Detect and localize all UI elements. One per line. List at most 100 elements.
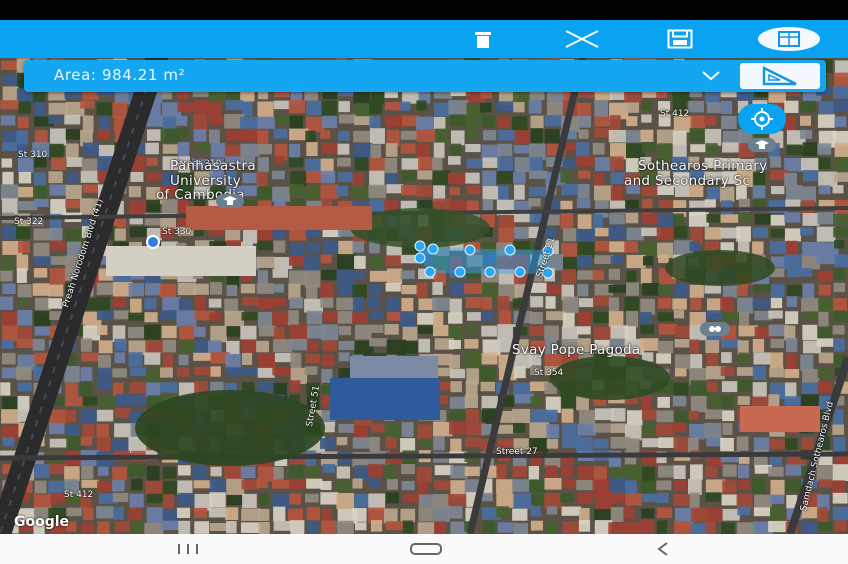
building-block — [256, 340, 270, 353]
building-block — [816, 226, 836, 242]
building-block — [689, 339, 700, 354]
building-block — [273, 128, 288, 139]
building-block — [352, 312, 369, 324]
building-block — [720, 214, 739, 223]
building-block — [98, 340, 113, 354]
building-block — [801, 382, 819, 394]
satellite-map[interactable] — [0, 58, 848, 534]
building-block — [578, 170, 591, 179]
recent-apps-button[interactable] — [170, 538, 206, 560]
building-block — [80, 436, 92, 446]
back-button[interactable] — [648, 538, 678, 560]
building-block — [209, 312, 222, 321]
building-block — [640, 395, 651, 410]
building-block — [592, 214, 603, 230]
building-block — [593, 296, 611, 307]
building-block — [128, 326, 145, 339]
expand-button[interactable] — [698, 64, 724, 88]
building-block — [720, 395, 734, 408]
building-block — [657, 143, 673, 158]
building-block — [785, 116, 797, 132]
building-block — [257, 367, 275, 378]
building-block — [385, 521, 406, 531]
building-block — [624, 241, 638, 253]
building-block — [128, 464, 146, 477]
building-block — [624, 465, 644, 481]
building-block — [240, 325, 257, 340]
close-button[interactable] — [564, 24, 600, 54]
building-block — [448, 172, 465, 185]
building-block — [320, 282, 333, 298]
building-block — [64, 466, 80, 482]
building-block — [546, 506, 558, 515]
building-block — [241, 312, 258, 321]
building-block — [833, 213, 848, 226]
building-block — [482, 521, 495, 534]
building-block — [33, 185, 48, 200]
building-block — [65, 410, 76, 422]
building-block — [721, 494, 738, 506]
building-block — [208, 116, 225, 125]
building-block — [336, 269, 355, 286]
building-block — [304, 465, 319, 478]
building-block — [49, 438, 69, 448]
building-block — [226, 520, 237, 534]
street-label-st322: St 322 — [14, 217, 44, 227]
building-block — [0, 115, 16, 126]
building-block — [449, 422, 469, 435]
building-block — [561, 506, 582, 516]
building-block — [770, 352, 784, 369]
building-block — [194, 366, 212, 376]
building-block — [49, 268, 66, 285]
building-block — [272, 310, 291, 325]
building-block — [705, 521, 716, 534]
my-location-button[interactable] — [738, 104, 786, 134]
building-block — [208, 340, 222, 353]
building-block — [128, 283, 144, 297]
building-block — [689, 241, 701, 252]
building-block — [162, 339, 177, 353]
building-block — [690, 115, 706, 130]
building-block — [385, 143, 398, 157]
building-block — [369, 270, 389, 282]
school-marker-icon[interactable] — [748, 138, 776, 152]
building-block — [146, 465, 160, 483]
building-block — [673, 520, 691, 534]
save-button[interactable] — [662, 24, 698, 54]
building-block — [576, 199, 591, 208]
building-block — [306, 142, 318, 157]
building-block — [434, 521, 446, 534]
building-block — [33, 256, 53, 266]
building-block — [64, 114, 81, 125]
building-block — [496, 464, 507, 479]
building-block — [256, 283, 274, 294]
building-block — [49, 422, 65, 435]
building-block — [336, 520, 354, 534]
tree-canopy — [665, 250, 775, 286]
building-block — [178, 354, 189, 366]
building-block — [721, 522, 735, 534]
building-block — [33, 494, 52, 509]
delete-button[interactable] — [465, 24, 501, 54]
building-block — [354, 255, 366, 269]
building-block — [449, 368, 466, 379]
building-block — [753, 284, 774, 293]
map-type-button[interactable] — [756, 24, 822, 54]
building-block — [722, 283, 738, 298]
home-button[interactable] — [406, 538, 446, 560]
building-block — [785, 438, 798, 450]
building-block — [641, 508, 655, 519]
building-block — [82, 396, 98, 406]
building-block — [32, 338, 45, 351]
building-block — [769, 494, 785, 504]
building-block — [754, 213, 773, 225]
pagoda-marker-icon[interactable] — [700, 322, 730, 336]
building-block — [738, 213, 752, 223]
building-block — [562, 521, 580, 534]
top-toolbar — [0, 20, 848, 58]
building-block — [304, 366, 318, 375]
building-block — [832, 464, 848, 482]
university-marker-icon[interactable] — [216, 194, 244, 208]
building-block — [576, 492, 593, 505]
measure-tool-button[interactable] — [740, 63, 820, 89]
